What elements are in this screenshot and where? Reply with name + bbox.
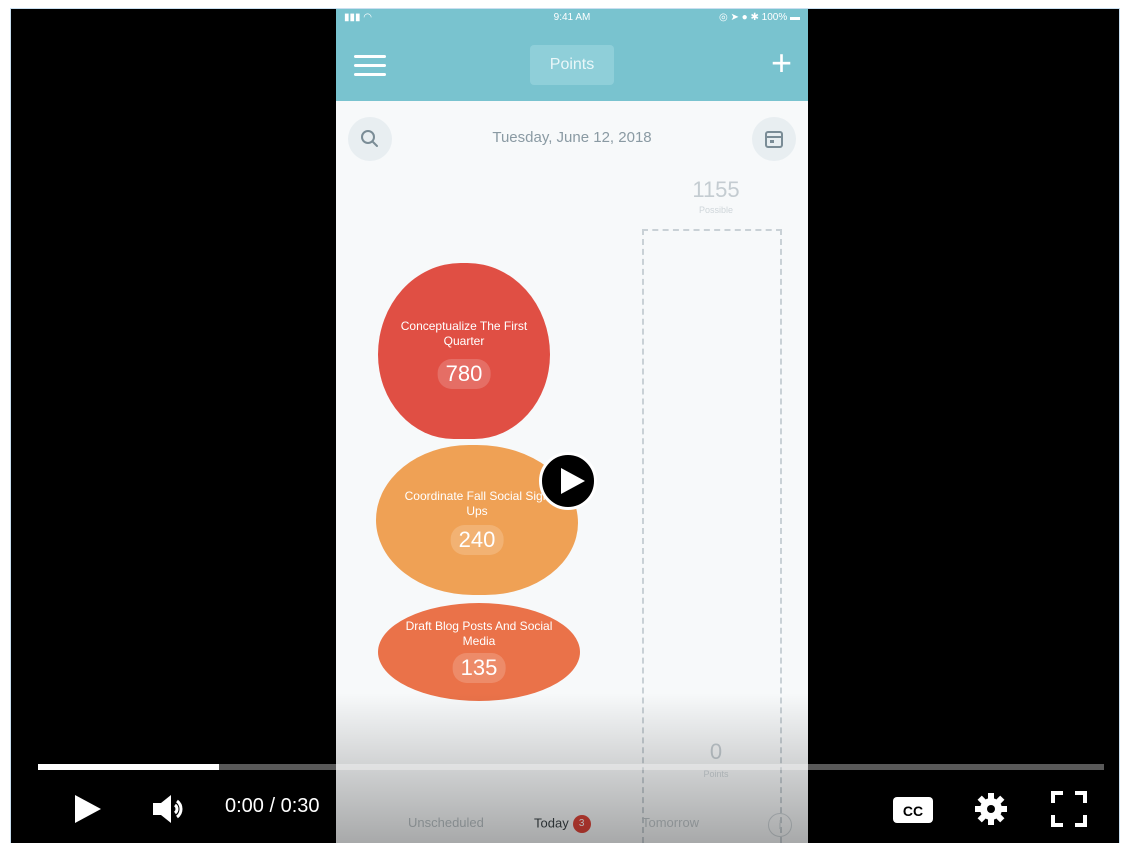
svg-text:CC: CC — [903, 803, 923, 819]
progress-fill — [38, 764, 220, 770]
today-count-badge: 3 — [572, 815, 591, 833]
phone-recording: ▮▮▮ ◠ 9:41 AM ◎ ➤ ● ✱ 100% ▬ Points + Tu… — [336, 9, 808, 843]
battery-indicator: ◎ ➤ ● ✱ 100% ▬ — [719, 12, 800, 23]
possible-points-value: 1155 — [692, 177, 740, 202]
info-icon[interactable]: i — [768, 813, 792, 837]
nav-bar: Points + — [336, 31, 808, 101]
tab-unscheduled[interactable]: Unscheduled — [408, 815, 484, 830]
add-icon[interactable]: + — [771, 41, 792, 85]
tab-tomorrow[interactable]: Tomorrow — [642, 815, 699, 830]
volume-icon[interactable] — [151, 789, 195, 834]
search-icon[interactable] — [348, 117, 392, 161]
current-date: Tuesday, June 12, 2018 — [492, 129, 652, 146]
progress-bar[interactable] — [38, 764, 1104, 770]
nav-title[interactable]: Points — [530, 45, 614, 85]
settings-icon[interactable] — [971, 789, 1011, 834]
task-card[interactable]: Draft Blog Posts And Social Media 135 — [378, 603, 580, 701]
big-play-icon[interactable] — [539, 452, 597, 510]
time-display: 0:00 / 0:30 — [225, 795, 320, 817]
fullscreen-icon[interactable] — [1049, 789, 1089, 834]
play-icon[interactable] — [71, 789, 103, 834]
task-points: 240 — [450, 525, 504, 555]
status-bar: ▮▮▮ ◠ 9:41 AM ◎ ➤ ● ✱ 100% ▬ — [336, 9, 808, 31]
tab-today[interactable]: Today 3 — [534, 815, 591, 833]
tab-today-label: Today — [534, 815, 569, 831]
earned-points-value: 0 — [709, 739, 723, 764]
task-points: 135 — [452, 653, 506, 683]
task-points: 780 — [437, 359, 491, 389]
video-player[interactable]: ▮▮▮ ◠ 9:41 AM ◎ ➤ ● ✱ 100% ▬ Points + Tu… — [10, 8, 1120, 843]
bottom-tab-bar: Unscheduled Today 3 Tomorrow i — [336, 803, 808, 843]
task-title: Coordinate Fall Social Sign Ups — [404, 489, 550, 518]
task-card[interactable]: Conceptualize The First Quarter 780 — [378, 263, 550, 439]
task-title: Draft Blog Posts And Social Media — [405, 619, 553, 648]
menu-icon[interactable] — [354, 55, 386, 79]
earned-points-label: Points — [703, 769, 729, 779]
captions-icon[interactable]: CC — [891, 789, 935, 834]
calendar-icon[interactable] — [752, 117, 796, 161]
possible-points-label: Possible — [698, 205, 734, 215]
task-title: Conceptualize The First Quarter — [400, 319, 528, 348]
